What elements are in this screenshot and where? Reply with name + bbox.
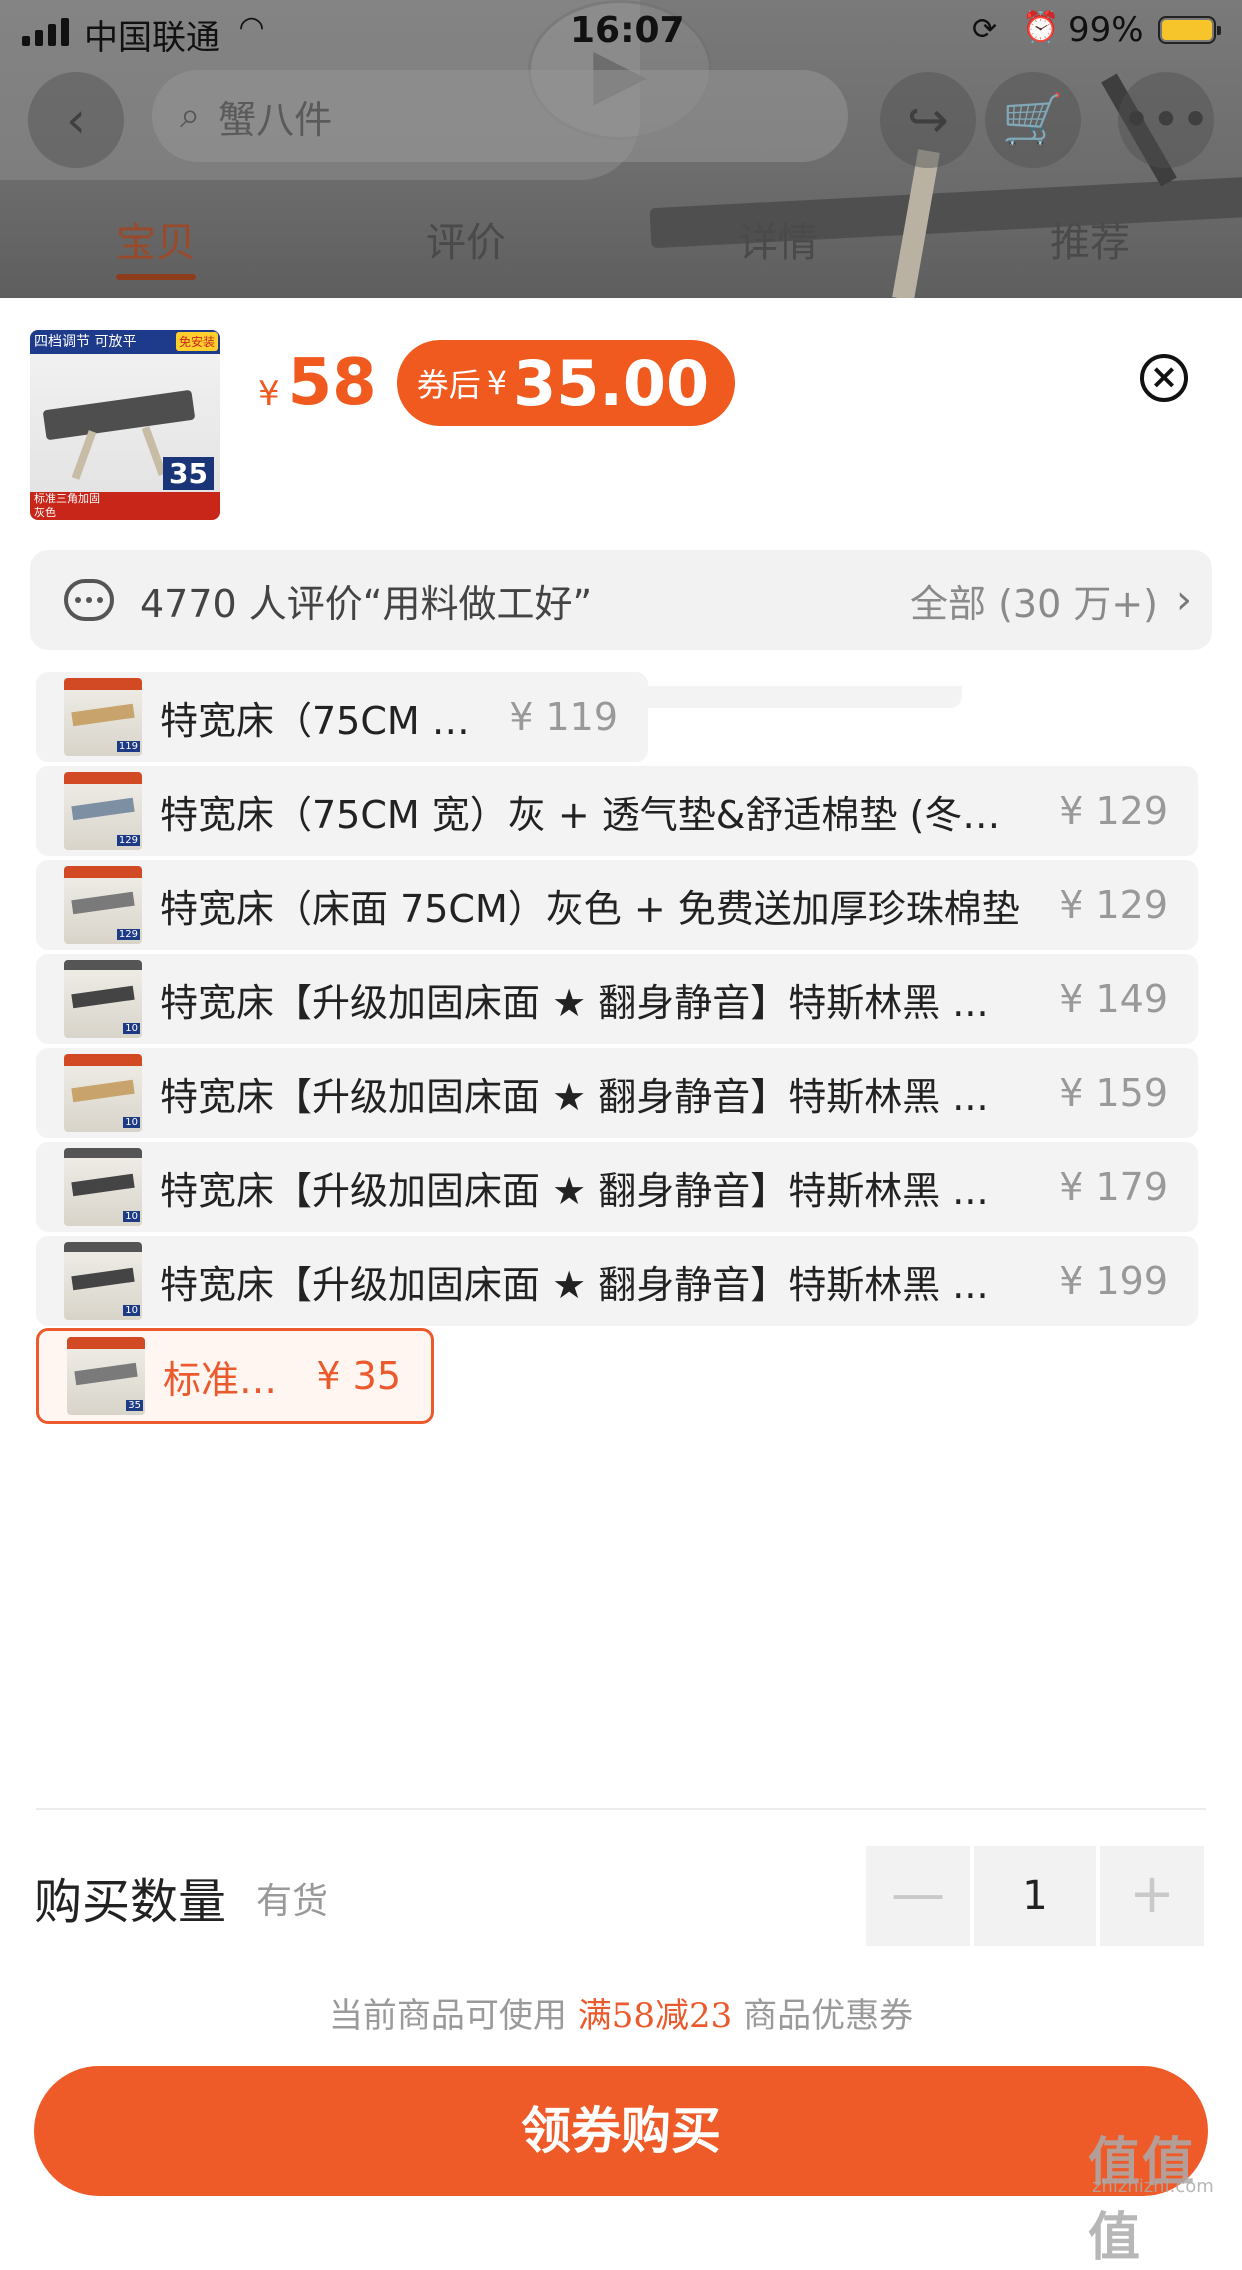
- quantity-label: 购买数量: [34, 1874, 227, 1930]
- option-thumbnail: 35: [67, 1337, 145, 1415]
- sku-option-5[interactable]: 10 特宽床【升级加固床面 ★ 翻身静音】特斯林黑 ... ¥ 159: [36, 1048, 1198, 1138]
- thumb-footer: 标准三角加固 灰色: [30, 492, 220, 520]
- option-thumb-badge: 10: [123, 1023, 140, 1034]
- sku-selector-sheet: 四档调节 可放平 免安装 35 标准三角加固 灰色 ¥ 58 券后 ¥ 35.0…: [0, 298, 1242, 2208]
- option-price: ¥ 159: [1059, 1071, 1168, 1115]
- cart-button[interactable]: 🛒: [985, 72, 1081, 168]
- sku-option-4[interactable]: 10 特宽床【升级加固床面 ★ 翻身静音】特斯林黑 ... ¥ 149: [36, 954, 1198, 1044]
- option-thumb-badge: 35: [126, 1400, 143, 1411]
- option-name: 特宽床【升级加固床面 ★ 翻身静音】特斯林黑 ...: [160, 1262, 989, 1307]
- option-price: ¥ 149: [1059, 977, 1168, 1021]
- option-thumb-badge: 129: [116, 835, 140, 846]
- option-name: 特宽床（75CM 宽）灰 + 清凉藤席: [160, 698, 489, 743]
- carrier-name: 中国联通: [84, 18, 220, 58]
- search-input[interactable]: ⌕ 蟹八件: [152, 70, 848, 162]
- option-thumbnail: 10: [64, 1054, 142, 1132]
- status-bar: 中国联通 ◠ 16:07 ⟳ ⏰ 99%: [0, 0, 1242, 62]
- option-price: ¥ 35: [316, 1354, 401, 1398]
- option-thumb-badge: 119: [116, 741, 140, 752]
- option-thumb-badge: 129: [116, 929, 140, 940]
- option-thumb-badge: 10: [123, 1117, 140, 1128]
- sku-option-2[interactable]: 129 特宽床（75CM 宽）灰 + 透气垫&舒适棉垫 (冬… ¥ 129: [36, 766, 1198, 856]
- product-thumbnail[interactable]: 四档调节 可放平 免安装 35 标准三角加固 灰色: [30, 330, 220, 520]
- coupon-note-prefix: 当前商品可使用: [328, 1996, 567, 2036]
- option-thumbnail: 129: [64, 866, 142, 944]
- option-name: 特宽床【升级加固床面 ★ 翻身静音】特斯林黑 ...: [160, 1168, 989, 1213]
- thumb-bed-leg: [71, 430, 97, 480]
- search-icon: ⌕: [180, 95, 201, 136]
- option-price: ¥ 129: [1059, 789, 1168, 833]
- option-thumb-badge: 10: [123, 1211, 140, 1222]
- battery-icon: [1158, 16, 1221, 44]
- alarm-icon: ⏰: [1022, 10, 1060, 45]
- quantity-stepper[interactable]: — 1 +: [866, 1846, 1204, 1946]
- chevron-right-icon: ›: [1176, 577, 1192, 623]
- increase-quantity-button[interactable]: +: [1100, 1846, 1204, 1946]
- option-name: 特宽床【升级加固床面 ★ 翻身静音】特斯林黑 ...: [160, 980, 989, 1025]
- sku-option-1[interactable]: 119 特宽床（75CM 宽）灰 + 清凉藤席 ¥ 119: [36, 672, 648, 762]
- coupon-price: 35.00: [513, 346, 710, 420]
- review-summary-text: 4770 人评价“用料做工好”: [140, 581, 593, 626]
- review-summary-bar[interactable]: 4770 人评价“用料做工好” 全部 (30 万+) ›: [30, 550, 1212, 650]
- signal-icon: [22, 16, 69, 46]
- thumb-footer-line: 灰色: [34, 506, 56, 519]
- tab-recommend[interactable]: 推荐: [1050, 210, 1130, 268]
- battery-percent: 99%: [1068, 10, 1144, 50]
- thumb-tag: 免安装: [175, 332, 218, 351]
- option-price: ¥ 179: [1059, 1165, 1168, 1209]
- divider: [36, 1808, 1206, 1810]
- share-button[interactable]: ↪: [880, 72, 976, 168]
- chat-bubble-icon: [64, 579, 114, 621]
- sku-option-8[interactable]: 35 标准三脚 56CM ¥ 35: [36, 1328, 434, 1424]
- rotation-lock-icon: ⟳: [972, 12, 998, 47]
- option-thumb-badge: 10: [123, 1305, 140, 1316]
- tab-reviews[interactable]: 评价: [426, 210, 506, 268]
- coupon-note-suffix: 商品优惠券: [743, 1996, 914, 2036]
- all-reviews-link[interactable]: 全部 (30 万+): [910, 573, 1158, 628]
- active-tab-indicator: [116, 274, 196, 280]
- current-price: 58: [287, 346, 377, 420]
- coupon-price-badge: 券后 ¥ 35.00: [396, 340, 736, 426]
- option-name: 特宽床（75CM 宽）灰 + 透气垫&舒适棉垫 (冬…: [160, 792, 1001, 837]
- coupon-label: 券后: [416, 366, 481, 404]
- sku-option-6[interactable]: 10 特宽床【升级加固床面 ★ 翻身静音】特斯林黑 ... ¥ 179: [36, 1142, 1198, 1232]
- status-time: 16:07: [570, 10, 685, 51]
- close-icon[interactable]: ×: [1140, 354, 1188, 402]
- thumb-footer-line: 标准三角加固: [34, 492, 100, 505]
- price-row: ¥ 58 券后 ¥ 35.00: [258, 340, 736, 426]
- option-name: 特宽床【升级加固床面 ★ 翻身静音】特斯林黑 ...: [160, 1074, 989, 1119]
- more-button[interactable]: •••: [1118, 72, 1214, 168]
- product-tabs: 宝贝 评价 详情 推荐: [0, 210, 1242, 290]
- option-thumbnail: 119: [64, 678, 142, 756]
- thumb-price-badge: 35: [163, 457, 214, 490]
- quantity-value[interactable]: 1: [974, 1846, 1096, 1946]
- option-name: 特宽床（床面 75CM）灰色 + 免费送加厚珍珠棉垫: [160, 886, 1020, 931]
- option-name: 标准三脚 56CM: [163, 1357, 296, 1402]
- product-page-background: ▶ 中国联通 ◠ 16:07 ⟳ ⏰ 99% ‹ ⌕ 蟹八件 ↪ 🛒 ••• 宝…: [0, 0, 1242, 300]
- option-thumbnail: 10: [64, 1148, 142, 1226]
- watermark-url: zhizhizhi.com: [1092, 2176, 1214, 2197]
- claim-coupon-buy-button[interactable]: 领券购买: [34, 2066, 1208, 2196]
- coupon-note: 当前商品可使用 满58减23 商品优惠券: [0, 1988, 1242, 2037]
- tab-item[interactable]: 宝贝: [116, 210, 196, 268]
- stock-status: 有货: [256, 1881, 329, 1922]
- currency-symbol: ¥: [258, 374, 280, 414]
- option-thumbnail: 129: [64, 772, 142, 850]
- wifi-icon: ◠: [240, 10, 264, 45]
- option-price: ¥ 199: [1059, 1259, 1168, 1303]
- coupon-note-highlight[interactable]: 满58减23: [578, 1996, 733, 2036]
- thumb-bed-shape: [42, 389, 196, 441]
- option-thumbnail: 10: [64, 1242, 142, 1320]
- back-button[interactable]: ‹: [28, 72, 124, 168]
- option-thumbnail: 10: [64, 960, 142, 1038]
- search-placeholder: 蟹八件: [218, 97, 333, 142]
- option-price: ¥ 119: [509, 695, 618, 739]
- option-price: ¥ 129: [1059, 883, 1168, 927]
- decrease-quantity-button[interactable]: —: [866, 1846, 970, 1946]
- tab-details[interactable]: 详情: [738, 210, 818, 268]
- sku-option-7[interactable]: 10 特宽床【升级加固床面 ★ 翻身静音】特斯林黑 ... ¥ 199: [36, 1236, 1198, 1326]
- sku-option-3[interactable]: 129 特宽床（床面 75CM）灰色 + 免费送加厚珍珠棉垫 ¥ 129: [36, 860, 1198, 950]
- coupon-currency-symbol: ¥: [486, 364, 508, 402]
